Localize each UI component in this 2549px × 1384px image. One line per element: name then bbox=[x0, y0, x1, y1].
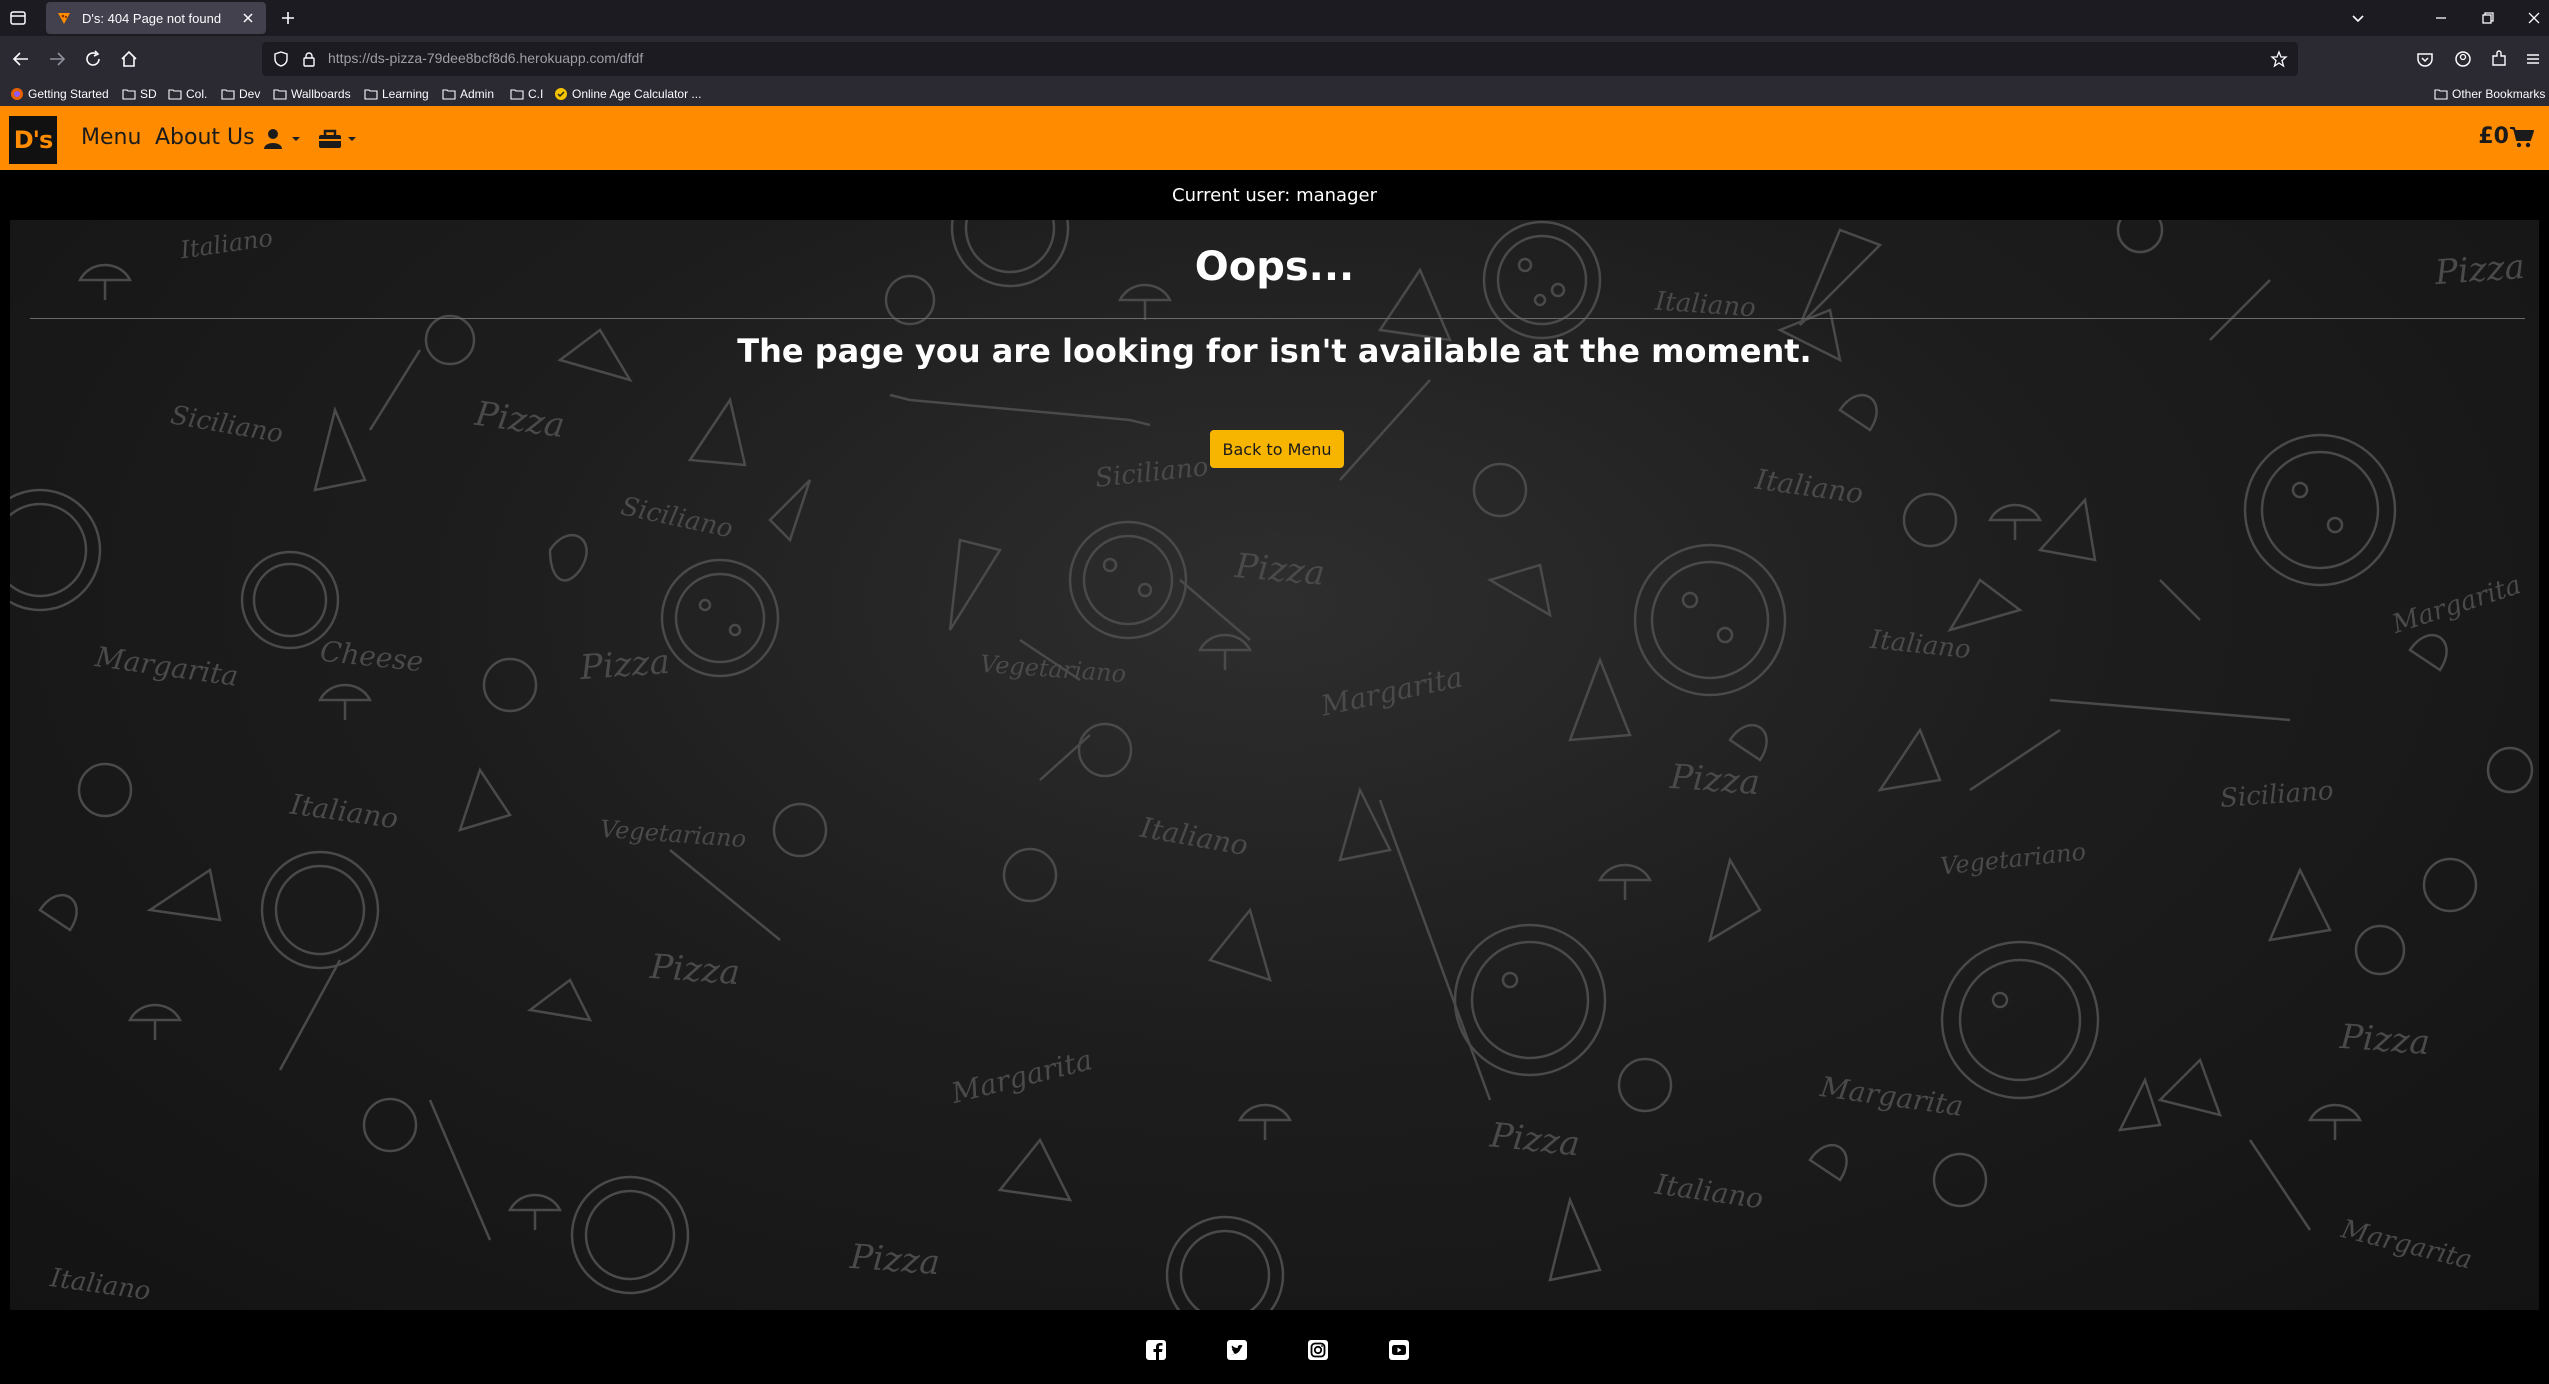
bookmark-folder-dev[interactable]: Dev bbox=[221, 85, 260, 103]
bookmark-folder-col[interactable]: Col. bbox=[168, 85, 207, 103]
pizza-doodle-icon bbox=[570, 1175, 690, 1295]
forward-arrow-icon[interactable] bbox=[46, 48, 68, 70]
bookmarks-toolbar: Getting Started SD Col. Dev Wallboards L… bbox=[0, 82, 2549, 106]
url-host: https://ds-pizza-79dee8bcf8d6.herokuapp.… bbox=[328, 50, 616, 66]
site-navbar: D's Menu About Us £0 bbox=[0, 106, 2549, 170]
pizza-doodle-icon bbox=[1165, 1215, 1285, 1310]
folder-icon bbox=[221, 89, 235, 100]
pocket-icon[interactable] bbox=[2414, 48, 2436, 70]
folder-icon bbox=[122, 89, 136, 100]
doodle-word: Pizza bbox=[578, 641, 672, 689]
back-to-menu-button[interactable]: Back to Menu bbox=[1210, 430, 1344, 468]
bookmark-star-icon[interactable] bbox=[2270, 50, 2288, 68]
nav-menu-link[interactable]: Menu bbox=[81, 125, 141, 150]
site-logo[interactable]: D's bbox=[9, 116, 57, 164]
bookmark-label: Dev bbox=[239, 87, 261, 101]
folder-icon bbox=[2434, 89, 2448, 100]
restore-window-icon[interactable] bbox=[2478, 8, 2498, 28]
pizza-doodle-icon bbox=[2243, 433, 2397, 587]
bookmark-other-bookmarks[interactable]: Other Bookmarks bbox=[2434, 85, 2545, 103]
doodle-word: Pizza bbox=[1668, 756, 1762, 804]
home-icon[interactable] bbox=[118, 48, 140, 70]
nav-about-link[interactable]: About Us bbox=[155, 125, 255, 150]
twitter-icon[interactable] bbox=[1226, 1339, 1248, 1361]
url-path: /dfdf bbox=[615, 50, 644, 66]
food-doodle-background bbox=[10, 220, 2534, 1310]
bookmark-getting-started[interactable]: Getting Started bbox=[10, 85, 109, 103]
pizza-doodle-icon bbox=[1633, 543, 1787, 697]
user-dropdown-icon[interactable] bbox=[262, 127, 304, 151]
pizza-doodle-icon bbox=[660, 558, 780, 678]
bookmark-folder-wallboards[interactable]: Wallboards bbox=[273, 85, 351, 103]
new-tab-icon[interactable] bbox=[278, 8, 298, 28]
divider bbox=[30, 318, 2525, 319]
account-icon[interactable] bbox=[2452, 48, 2474, 70]
bookmark-label: Learning bbox=[382, 87, 429, 101]
manager-toolbox-dropdown-icon[interactable] bbox=[318, 127, 362, 151]
bookmark-folder-learning[interactable]: Learning bbox=[364, 85, 429, 103]
bookmark-folder-sd[interactable]: SD bbox=[122, 85, 157, 103]
back-arrow-icon[interactable] bbox=[10, 48, 32, 70]
pizza-doodle-icon bbox=[240, 550, 340, 650]
firefox-icon bbox=[11, 88, 23, 100]
bookmark-label: Col. bbox=[186, 87, 208, 101]
folder-icon bbox=[168, 89, 182, 100]
bookmark-label: Getting Started bbox=[28, 87, 109, 101]
bookmark-label: Admin bbox=[460, 87, 495, 101]
bookmark-online-age-calculator[interactable]: Online Age Calculator ... bbox=[554, 85, 701, 103]
doodle-word: Pizza bbox=[2338, 1016, 2432, 1064]
minimize-window-icon[interactable] bbox=[2431, 8, 2451, 28]
browser-tab-active[interactable]: D's: 404 Page not found bbox=[46, 2, 266, 34]
bookmark-folder-admin[interactable]: Admin bbox=[442, 85, 494, 103]
folder-icon bbox=[442, 89, 456, 100]
pizza-doodle-icon bbox=[1453, 923, 1607, 1077]
pizza-doodle-icon bbox=[10, 488, 102, 612]
youtube-icon[interactable] bbox=[1388, 1339, 1410, 1361]
bookmark-label: Online Age Calculator ... bbox=[572, 87, 702, 101]
bookmark-label: C.I bbox=[528, 87, 544, 101]
lock-icon[interactable] bbox=[300, 50, 318, 68]
shopping-cart-icon bbox=[2510, 126, 2534, 147]
bookmark-label: Other Bookmarks bbox=[2452, 87, 2546, 101]
facebook-icon[interactable] bbox=[1145, 1339, 1167, 1361]
close-window-icon[interactable] bbox=[2524, 8, 2544, 28]
url-text: https://ds-pizza-79dee8bcf8d6.herokuapp.… bbox=[328, 50, 643, 66]
calculator-favicon-icon bbox=[555, 88, 567, 100]
pizza-favicon-icon bbox=[58, 13, 70, 24]
instagram-icon[interactable] bbox=[1307, 1339, 1329, 1361]
cart-total: £0 bbox=[2478, 124, 2509, 149]
pizza-doodle-icon bbox=[1940, 940, 2100, 1100]
browser-toolbar: https://ds-pizza-79dee8bcf8d6.herokuapp.… bbox=[0, 36, 2549, 82]
cart[interactable]: £0 bbox=[2478, 124, 2535, 149]
doodle-word: Pizza bbox=[848, 1236, 942, 1284]
tab-list-icon[interactable] bbox=[8, 8, 28, 28]
error-page-main: Italiano Pizza Siciliano Siciliano Sicil… bbox=[10, 220, 2539, 1310]
folder-icon bbox=[510, 89, 524, 100]
bookmark-label: Wallboards bbox=[291, 87, 351, 101]
pizza-doodle-icon bbox=[1068, 520, 1188, 640]
current-user-banner: Current user: manager bbox=[0, 170, 2549, 220]
doodle-word: Pizza bbox=[648, 946, 742, 994]
pizza-doodle-icon bbox=[260, 850, 380, 970]
url-bar[interactable]: https://ds-pizza-79dee8bcf8d6.herokuapp.… bbox=[262, 42, 2298, 76]
bookmark-label: SD bbox=[140, 87, 157, 101]
tab-title: D's: 404 Page not found bbox=[82, 10, 222, 26]
folder-icon bbox=[273, 89, 287, 100]
reload-icon[interactable] bbox=[82, 48, 104, 70]
hamburger-menu-icon[interactable] bbox=[2522, 48, 2544, 70]
doodle-word: Pizza bbox=[1233, 546, 1327, 594]
close-tab-icon[interactable] bbox=[240, 10, 256, 26]
shield-icon[interactable] bbox=[272, 50, 290, 68]
error-heading: Oops... bbox=[1194, 244, 1355, 290]
extensions-icon[interactable] bbox=[2488, 48, 2510, 70]
error-message: The page you are looking for isn't avail… bbox=[737, 332, 1812, 370]
folder-icon bbox=[364, 89, 378, 100]
list-all-tabs-icon[interactable] bbox=[2348, 8, 2368, 28]
bookmark-folder-ci[interactable]: C.I bbox=[510, 85, 543, 103]
browser-tab-bar: D's: 404 Page not found bbox=[0, 0, 2549, 36]
site-footer bbox=[0, 1310, 2549, 1384]
